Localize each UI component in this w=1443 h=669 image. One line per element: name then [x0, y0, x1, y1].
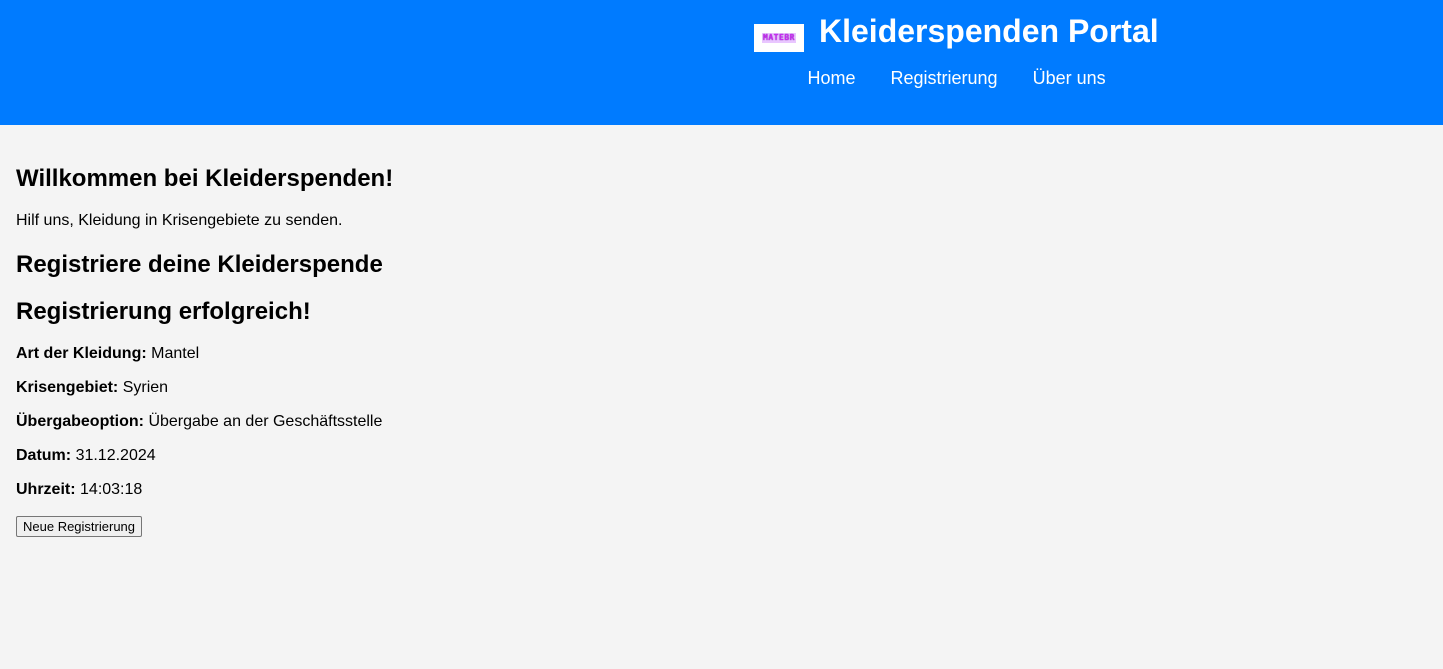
detail-label: Datum: — [16, 447, 72, 464]
detail-label: Art der Kleidung: — [16, 345, 147, 362]
detail-date: Datum: 31.12.2024 — [16, 446, 156, 466]
nav-link-registrierung[interactable]: Registrierung — [873, 67, 1015, 89]
site-header: MATEBR Kleiderspenden Portal Home Regist… — [0, 0, 1443, 125]
logo-image: MATEBR — [754, 24, 804, 52]
success-heading: Registrierung erfolgreich! — [16, 298, 311, 325]
register-heading: Registriere deine Kleiderspende — [16, 251, 383, 278]
detail-value: 14:03:18 — [80, 481, 143, 498]
detail-time: Uhrzeit: 14:03:18 — [16, 480, 142, 500]
new-registration-button[interactable]: Neue Registrierung — [16, 516, 143, 537]
intro-text: Hilf uns, Kleidung in Krisengebiete zu s… — [16, 212, 343, 229]
detail-value: Syrien — [122, 379, 169, 396]
detail-clothing-type: Art der Kleidung: Mantel — [16, 344, 199, 364]
detail-crisis-region: Krisengebiet: Syrien — [16, 378, 168, 398]
nav-link-home[interactable]: Home — [790, 67, 873, 89]
detail-value: 31.12.2024 — [75, 447, 156, 464]
nav-link-ueber-uns[interactable]: Über uns — [1015, 67, 1123, 89]
site-title: Kleiderspenden Portal — [819, 13, 1159, 49]
detail-label: Krisengebiet: — [16, 379, 119, 396]
detail-label: Übergabeoption: — [16, 413, 144, 430]
detail-value: Mantel — [151, 345, 200, 362]
main-nav: Home Registrierung Über uns — [790, 67, 1123, 89]
logo-text: MATEBR — [762, 33, 796, 43]
detail-value: Übergabe an der Geschäftsstelle — [148, 413, 383, 430]
detail-handover-option: Übergabeoption: Übergabe an der Geschäft… — [16, 412, 382, 432]
detail-label: Uhrzeit: — [16, 481, 76, 498]
welcome-heading: Willkommen bei Kleiderspenden! — [16, 165, 394, 192]
